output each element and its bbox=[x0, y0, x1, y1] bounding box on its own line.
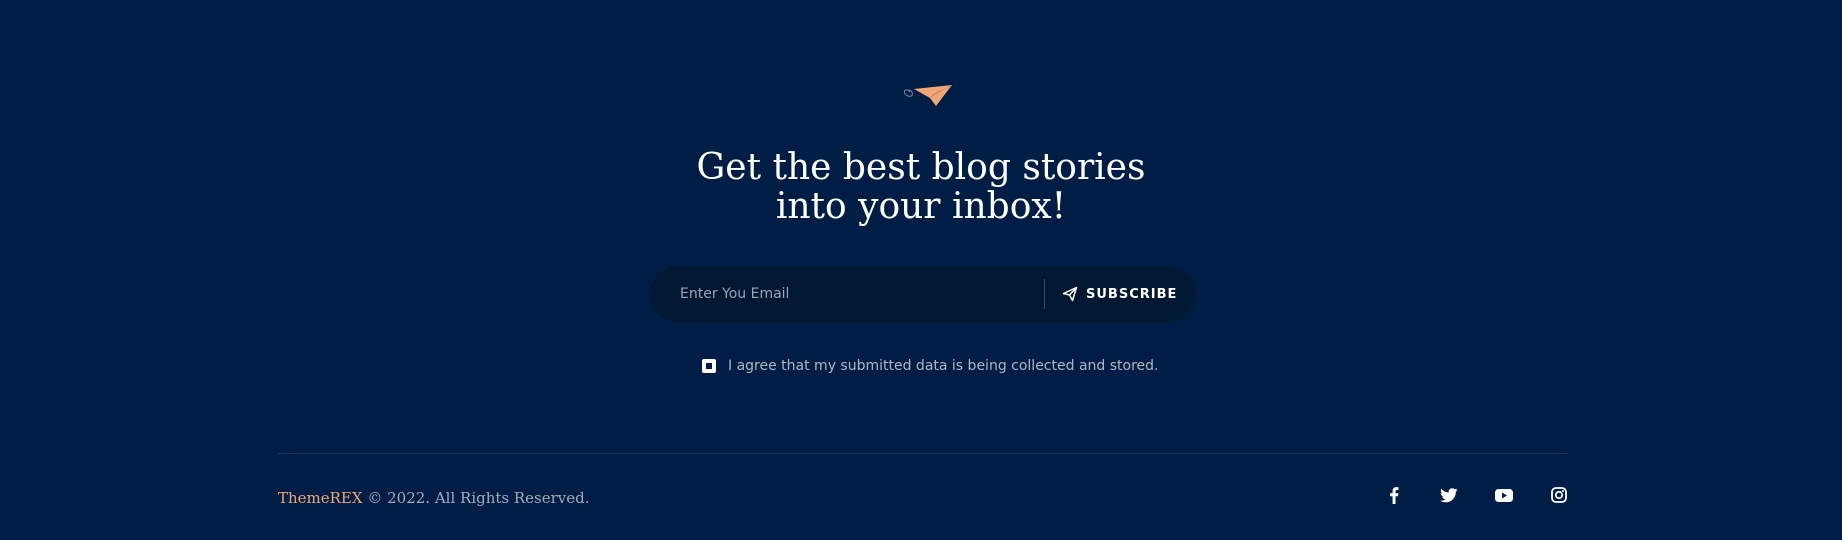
heading-line-2: into your inbox! bbox=[775, 186, 1067, 227]
paper-plane-icon bbox=[903, 85, 952, 106]
email-input[interactable] bbox=[680, 266, 1040, 322]
subscribe-button[interactable]: SUBSCRIBE bbox=[1062, 266, 1182, 322]
social-links bbox=[1385, 486, 1568, 504]
newsletter-heading: Get the best blog stories into your inbo… bbox=[0, 148, 1842, 226]
consent-checkbox[interactable] bbox=[702, 359, 716, 373]
brand-link[interactable]: ThemeREX bbox=[278, 489, 363, 507]
footer-divider bbox=[278, 453, 1568, 454]
heading-line-1: Get the best blog stories bbox=[696, 147, 1146, 188]
youtube-icon[interactable] bbox=[1495, 486, 1513, 504]
consent-label: I agree that my submitted data is being … bbox=[728, 358, 1159, 374]
copyright-text: © 2022. All Rights Reserved. bbox=[362, 489, 590, 507]
form-divider bbox=[1044, 279, 1045, 309]
newsletter-section: Get the best blog stories into your inbo… bbox=[0, 0, 1842, 540]
subscribe-label: SUBSCRIBE bbox=[1086, 286, 1178, 302]
facebook-icon[interactable] bbox=[1385, 486, 1403, 504]
send-icon bbox=[1062, 286, 1078, 302]
instagram-icon[interactable] bbox=[1550, 486, 1568, 504]
consent-row: I agree that my submitted data is being … bbox=[702, 358, 1158, 374]
subscribe-form: SUBSCRIBE bbox=[650, 266, 1196, 322]
copyright: ThemeREX © 2022. All Rights Reserved. bbox=[278, 489, 590, 507]
twitter-icon[interactable] bbox=[1440, 486, 1458, 504]
